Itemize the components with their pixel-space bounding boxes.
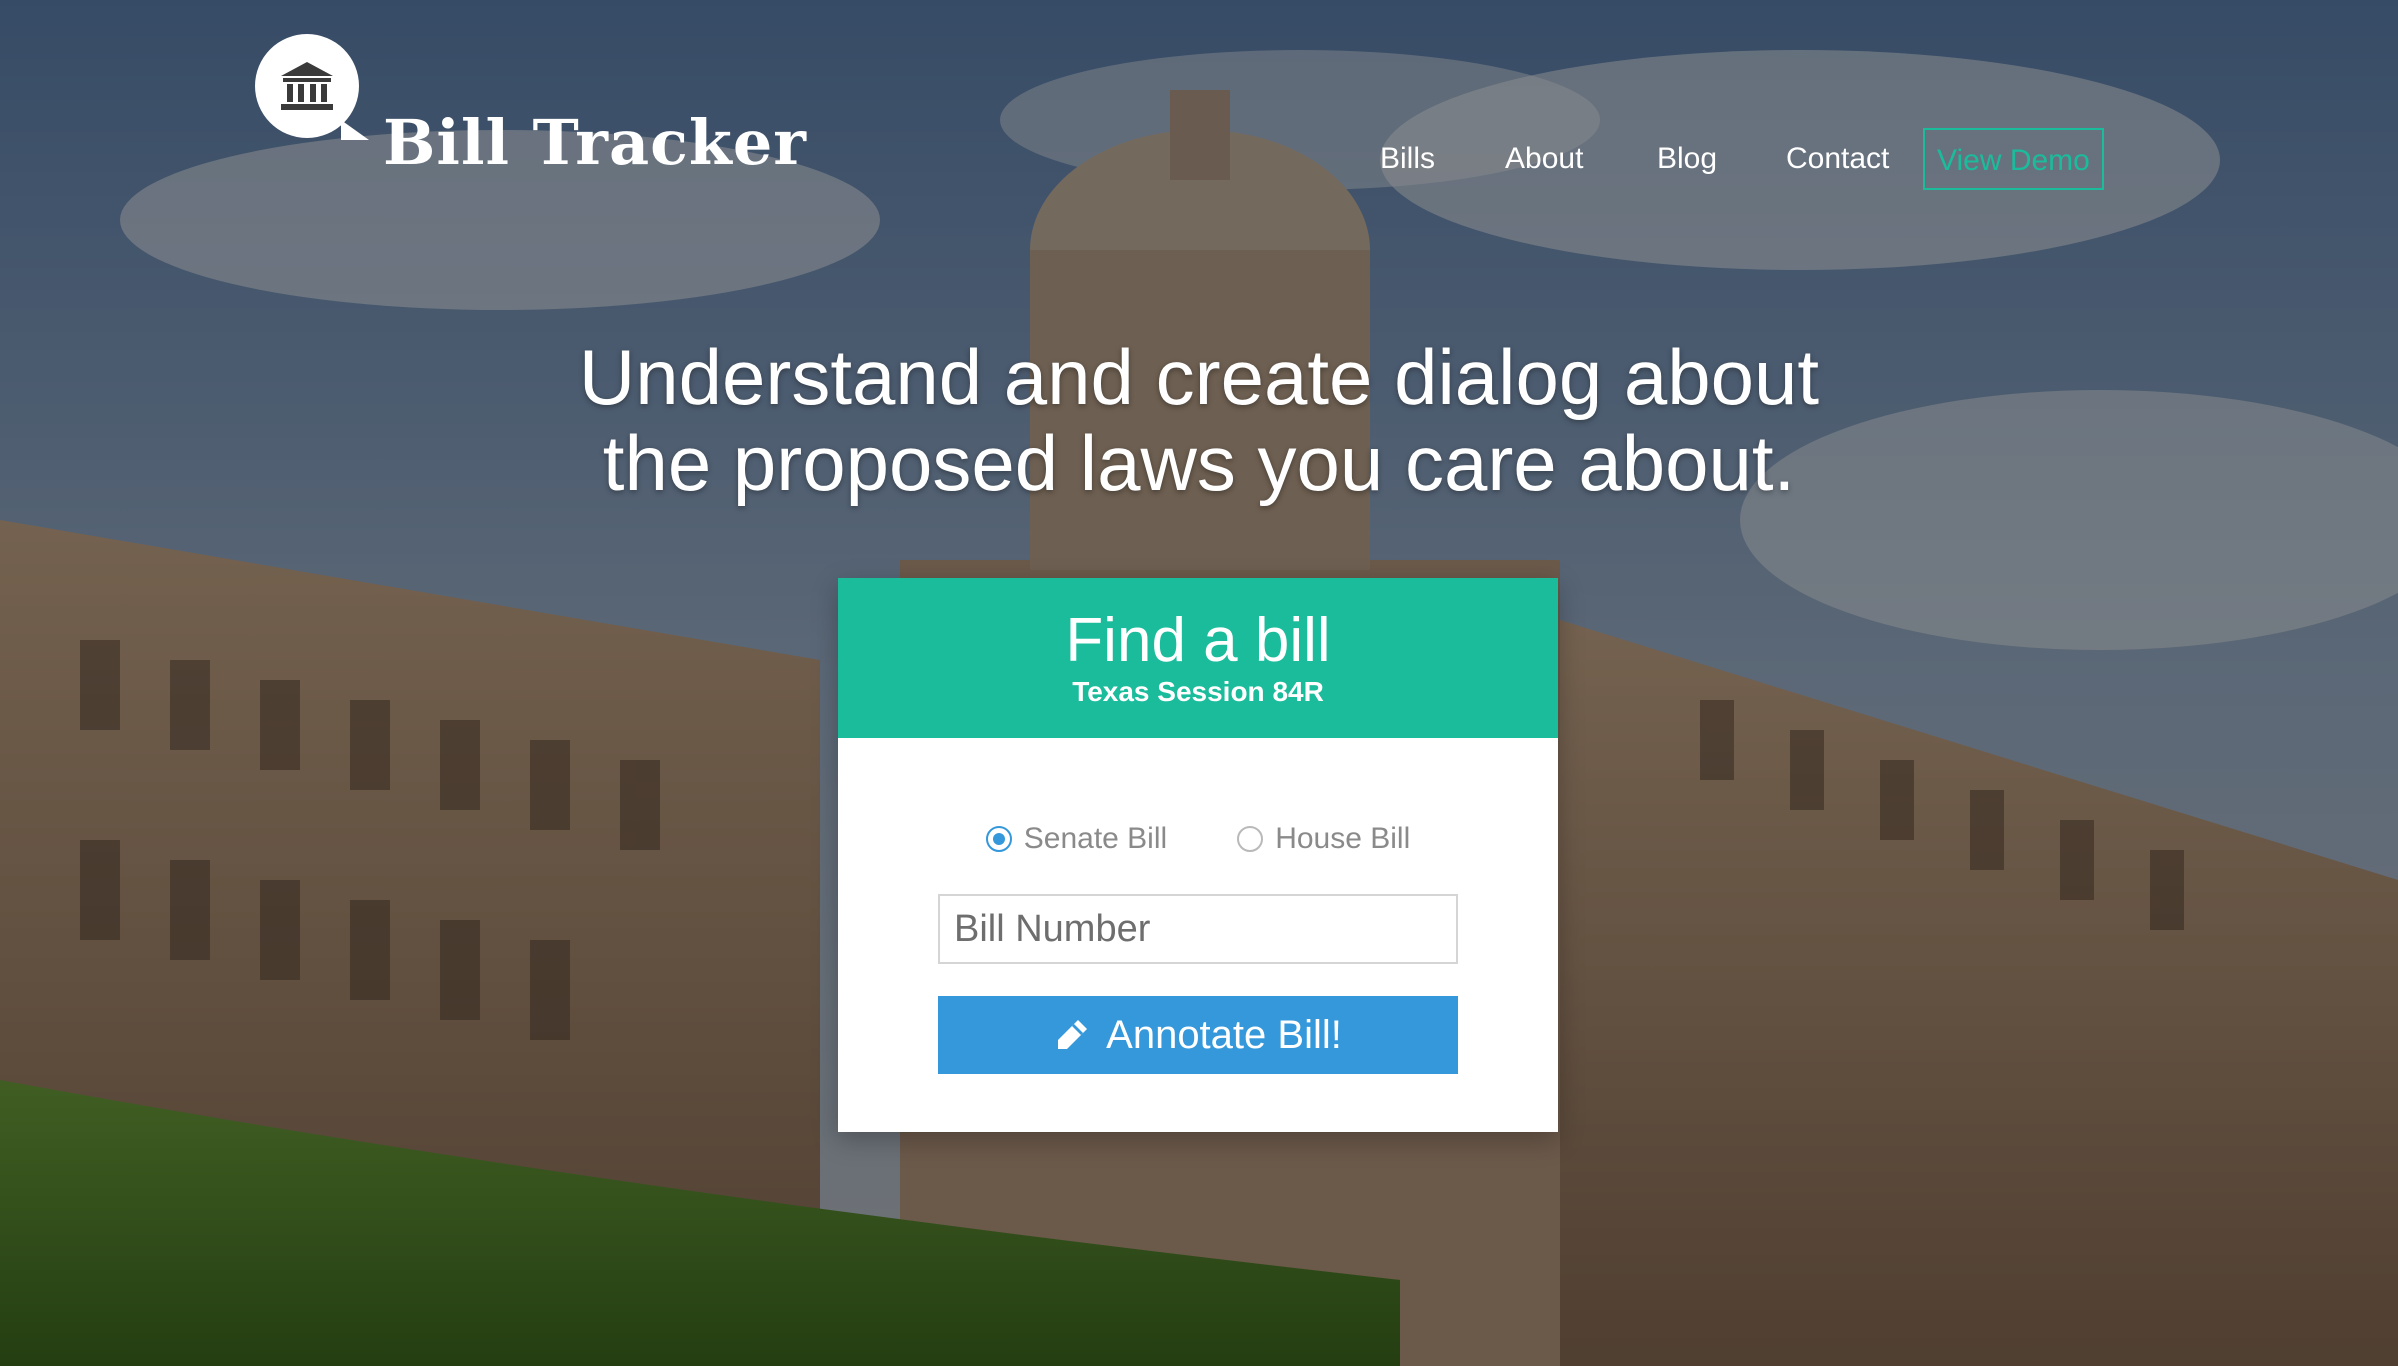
annotate-bill-button[interactable]: Annotate Bill! (938, 996, 1458, 1074)
bill-type-radio-group: Senate Bill House Bill (838, 822, 1558, 856)
nav-item-about[interactable]: About (1505, 128, 1583, 190)
annotate-bill-label[interactable]: Annotate Bill! (1106, 1013, 1342, 1058)
senate-bill-radio[interactable]: Senate Bill (985, 822, 1167, 856)
card-title: Find a bill (1065, 606, 1331, 675)
main-nav: Bills About Blog Contact View Demo (1350, 128, 2398, 190)
view-demo-button[interactable]: View Demo (1923, 128, 2104, 190)
bill-number-input[interactable] (938, 894, 1458, 964)
find-bill-card: Find a bill Texas Session 84R Senate Bil… (838, 578, 1558, 1132)
nav-item-contact[interactable]: Contact (1786, 128, 1889, 190)
card-subtitle: Texas Session 84R (1072, 676, 1324, 707)
pencil-icon (1058, 1020, 1088, 1049)
radio-checked-icon[interactable] (985, 826, 1012, 852)
hero-headline: Understand and create dialog about the p… (0, 334, 2398, 506)
senate-bill-label[interactable]: Senate Bill (1024, 822, 1167, 856)
headline-line-2: the proposed laws you care about. (602, 419, 1796, 508)
house-bill-label[interactable]: House Bill (1275, 822, 1410, 856)
nav-item-bills[interactable]: Bills (1380, 128, 1435, 190)
card-header: Find a bill Texas Session 84R (838, 578, 1558, 738)
radio-unchecked-icon[interactable] (1237, 826, 1264, 852)
logo[interactable]: Bill Tracker (255, 34, 807, 174)
nav-item-blog[interactable]: Blog (1657, 128, 1717, 190)
capitol-building-icon (255, 34, 369, 140)
headline-line-1: Understand and create dialog about (578, 333, 1820, 422)
house-bill-radio[interactable]: House Bill (1237, 822, 1410, 856)
brand-name[interactable]: Bill Tracker (383, 112, 807, 174)
hero-section: Bill Tracker Bills About Blog Contact Vi… (0, 0, 2398, 1366)
